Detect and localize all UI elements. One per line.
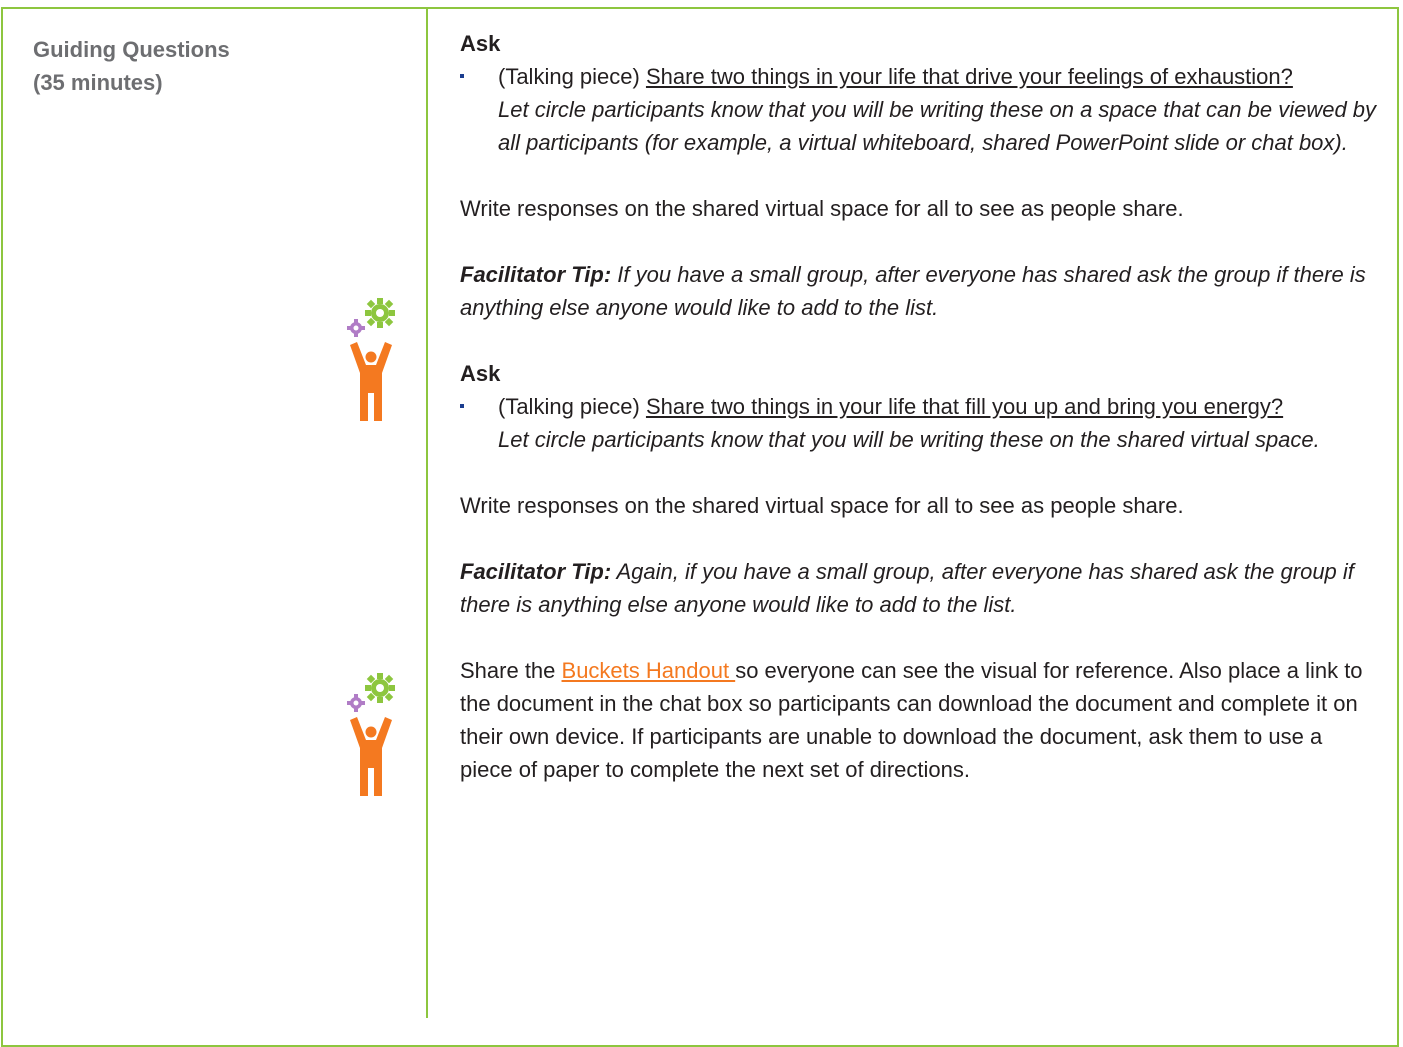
column-divider — [426, 7, 428, 1018]
section-title: Guiding Questions — [33, 37, 230, 62]
facilitator-tip: Facilitator Tip: Again, if you have a sm… — [460, 555, 1380, 621]
facilitator-tip-label: Facilitator Tip: — [460, 559, 612, 584]
share-handout-paragraph: Share the Buckets Handout so everyone ca… — [460, 654, 1380, 786]
talking-piece-label: (Talking piece) — [498, 64, 646, 89]
section-duration: (35 minutes) — [33, 70, 163, 95]
person-figure — [350, 342, 392, 421]
ask-note: Let circle participants know that you wi… — [498, 427, 1320, 452]
buckets-handout-link[interactable]: Buckets Handout — [562, 658, 736, 683]
facilitator-tip: Facilitator Tip: If you have a small gro… — [460, 258, 1380, 324]
bullet-icon — [460, 74, 464, 78]
small-gear-icon — [347, 319, 365, 337]
ask-question: Share two things in your life that fill … — [645, 394, 1284, 419]
write-responses-text: Write responses on the shared virtual sp… — [460, 493, 1184, 518]
facilitator-tip-label: Facilitator Tip: — [460, 262, 612, 287]
big-gear-icon — [365, 673, 395, 703]
bullet-icon — [460, 404, 464, 408]
ask-bullet: (Talking piece) Share two things in your… — [460, 60, 1380, 159]
ask-heading: Ask — [460, 361, 501, 386]
big-gear-icon — [365, 298, 395, 328]
write-responses-text: Write responses on the shared virtual sp… — [460, 196, 1184, 221]
content-column: Ask (Talking piece) Share two things in … — [460, 27, 1380, 786]
talking-piece-label: (Talking piece) — [498, 394, 646, 419]
ask-bullet: (Talking piece) Share two things in your… — [460, 390, 1380, 456]
share-text-before: Share the — [460, 658, 562, 683]
facilitator-tip-icon — [347, 298, 395, 421]
ask-question: Share two things in your life that drive… — [645, 64, 1293, 89]
person-figure — [350, 717, 392, 796]
section-label-column: Guiding Questions (35 minutes) — [33, 33, 403, 99]
facilitator-tip-icon — [347, 673, 395, 796]
small-gear-icon — [347, 694, 365, 712]
ask-note: Let circle participants know that you wi… — [498, 97, 1377, 155]
ask-heading: Ask — [460, 31, 501, 56]
